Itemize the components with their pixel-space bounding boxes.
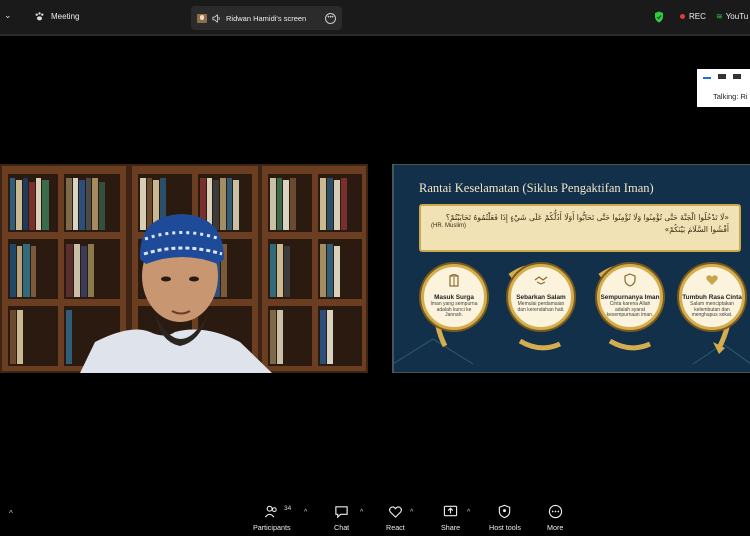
step-label: Masuk Surga xyxy=(434,294,474,301)
security-shield-icon[interactable] xyxy=(654,11,664,23)
heart-react-icon xyxy=(388,506,402,518)
cycle-step-2: Sebarkan Salam Memulai perdamaian dan ke… xyxy=(508,264,574,330)
chat-button[interactable]: Chat xyxy=(334,504,349,532)
handshake-icon xyxy=(534,276,548,285)
audio-options-caret[interactable]: ^ xyxy=(9,509,13,518)
step-description: Iman yang sempurna adalah kunci ke Janna… xyxy=(430,301,478,319)
chat-caret[interactable]: ^ xyxy=(360,509,363,516)
step-label: Tumbuh Rasa Cinta xyxy=(682,294,742,301)
view-switcher-panel: Talking: Ri xyxy=(697,69,750,107)
more-options-icon[interactable]: ••• xyxy=(325,12,336,24)
hadith-source: (HR. Muslim) xyxy=(431,223,466,229)
bookshelf-background xyxy=(0,164,368,373)
share-caret[interactable]: ^ xyxy=(467,509,470,516)
step-description: Memulai perdamaian dan kerendahan hati. xyxy=(517,301,565,313)
participants-label: Participants xyxy=(253,523,291,532)
react-caret[interactable]: ^ xyxy=(410,509,413,516)
participants-icon xyxy=(265,505,277,518)
meeting-controls-bar: ^ Participants 34 ^ Chat ^ React ^ Share… xyxy=(0,496,750,536)
presenter-avatar xyxy=(197,13,207,23)
cycle-step-3: Sempurnanya Iman Cinta karena Allah adal… xyxy=(597,264,663,330)
gate-icon xyxy=(449,274,459,287)
share-label: Share xyxy=(441,523,461,532)
presenter-video[interactable] xyxy=(0,164,368,373)
chat-label: Chat xyxy=(334,523,350,532)
rec-label: REC xyxy=(689,12,706,21)
host-tools-shield-icon xyxy=(499,504,511,519)
signal-icon: ≋ xyxy=(716,12,723,21)
heart-icon xyxy=(706,275,718,285)
more-dots-icon xyxy=(548,504,562,519)
grid-view-icon[interactable] xyxy=(733,74,741,79)
shared-slide[interactable]: Rantai Keselamatan (Siklus Pengaktifan I… xyxy=(392,164,750,373)
cycle-step-1: Masuk Surga Iman yang sempurna adalah ku… xyxy=(421,264,487,330)
shield-icon xyxy=(624,273,636,287)
react-label: React xyxy=(386,523,405,532)
speaker-icon xyxy=(212,13,221,23)
host-tools-label: Host tools xyxy=(489,523,521,532)
screen-share-tab[interactable]: Ridwan Hamidi's screen ••• xyxy=(191,6,342,30)
gallery-strip-icon[interactable] xyxy=(718,74,726,79)
paw-icon xyxy=(35,12,44,21)
talking-indicator: Talking: Ri xyxy=(713,92,748,101)
participants-count: 34 xyxy=(284,505,292,512)
recording-indicator[interactable]: REC xyxy=(680,12,706,21)
more-button[interactable]: More xyxy=(547,504,563,532)
youtube-live-indicator[interactable]: ≋ YouTu xyxy=(716,12,748,21)
step-label: Sempurnanya Iman xyxy=(600,294,660,301)
react-button[interactable]: React xyxy=(386,504,405,532)
step-label: Sebarkan Salam xyxy=(516,294,566,301)
share-button[interactable]: Share xyxy=(441,504,460,532)
meeting-menu[interactable]: Meeting xyxy=(34,11,79,22)
participants-caret[interactable]: ^ xyxy=(304,509,307,516)
top-divider xyxy=(0,34,750,36)
hadith-arabic-text: «لَا تَدْخُلُوا الْجَنَّةَ حَتَّى تُؤْمِ… xyxy=(445,213,729,234)
slide-title: Rantai Keselamatan (Siklus Pengaktifan I… xyxy=(419,181,654,195)
share-screen-icon xyxy=(443,505,458,517)
step-description: Cinta karena Allah adalah syarat kesempu… xyxy=(606,301,654,319)
record-dot-icon xyxy=(680,14,685,19)
top-bar: ⌄ Meeting Ridwan Hamidi's screen ••• REC… xyxy=(0,0,750,34)
speaker-view-icon[interactable] xyxy=(703,74,711,79)
more-label: More xyxy=(547,523,564,532)
cycle-diagram: Masuk Surga Iman yang sempurna adalah ku… xyxy=(415,256,745,356)
cycle-step-4: Tumbuh Rasa Cinta Salam menciptakan kele… xyxy=(679,264,745,330)
host-tools-button[interactable]: Host tools xyxy=(489,504,521,532)
youtube-label: YouTu xyxy=(725,12,749,21)
chat-icon xyxy=(335,506,348,519)
menu-chevron-icon[interactable]: ⌄ xyxy=(4,10,12,21)
meeting-label: Meeting xyxy=(51,12,80,21)
step-description: Salam menciptakan kelembutan dan menghap… xyxy=(690,301,734,319)
hadith-scroll: «لَا تَدْخُلُوا الْجَنَّةَ حَتَّى تُؤْمِ… xyxy=(419,204,741,252)
screen-share-label: Ridwan Hamidi's screen xyxy=(226,13,307,23)
